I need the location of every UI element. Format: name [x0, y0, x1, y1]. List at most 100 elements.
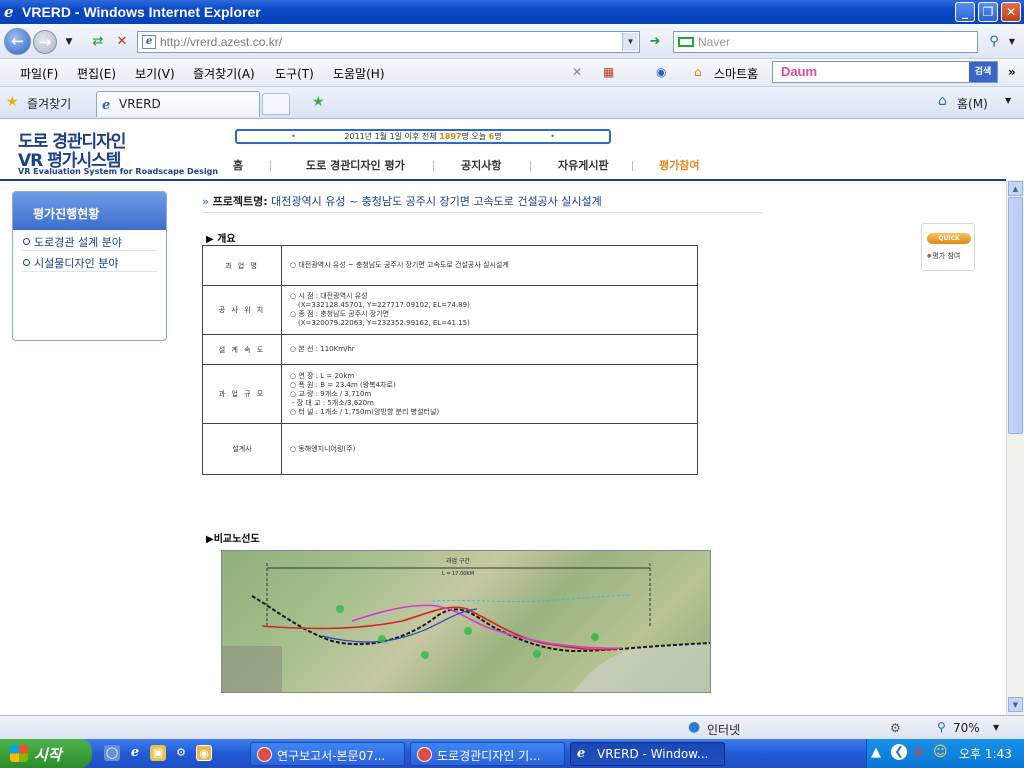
- visitor-mid: 명 오늘: [461, 132, 487, 141]
- search-icon[interactable]: ⚲: [984, 32, 1004, 52]
- table-value: ○ 연 장 : L = 20km ○ 폭 원 : B = 23.4m (왕복4차…: [281, 364, 698, 424]
- smarthome-link[interactable]: 스마트홈: [714, 65, 758, 82]
- table-value-line: ○ 폭 원 : B = 23.4m (왕복4차로): [290, 380, 396, 389]
- clock[interactable]: 오후 1:43: [959, 745, 1012, 762]
- forward-button[interactable]: →: [33, 30, 57, 54]
- taskbar-button-label: VRERD - Window...: [597, 747, 709, 761]
- taskbar-button-vrerd[interactable]: e VRERD - Window...: [570, 742, 725, 766]
- hwp-icon: [417, 747, 432, 762]
- daum-search-input[interactable]: Daum 검색: [772, 61, 998, 83]
- nav-separator: [270, 161, 271, 171]
- back-button[interactable]: ←: [4, 28, 31, 55]
- sidebar-divider: [21, 250, 157, 251]
- tab-vrerd[interactable]: e VRERD: [96, 91, 260, 117]
- sidebar: 평가진행현황 도로경관 설계 분야 시설물디자인 분야: [12, 191, 167, 341]
- quick-button[interactable]: QUICK: [927, 233, 971, 244]
- map-heading: ▶비교노선도: [206, 534, 260, 545]
- home-dropdown-icon[interactable]: ▼: [1005, 96, 1011, 105]
- nav-separator: [632, 161, 633, 171]
- site-logo-subtitle: VR Evaluation System for Roadscape Desig…: [18, 167, 219, 176]
- sidebar-item-facility-design[interactable]: 시설물디자인 분야: [23, 255, 118, 271]
- favorites-button[interactable]: 즐겨찾기: [27, 95, 71, 112]
- url-text: http://vrerd.azest.co.kr/: [160, 35, 283, 49]
- ie-tab-icon: e: [102, 98, 111, 113]
- counter-bullet-right: •: [550, 132, 555, 141]
- quicklaunch-folder-icon[interactable]: ▣: [150, 745, 166, 761]
- project-name: 대전광역시 유성 ~ 충청남도 공주시 장기면 고속도로 건설공사 실시설계: [271, 195, 602, 208]
- window-title-bar[interactable]: e VRERD - Windows Internet Explorer _ ❐ …: [0, 0, 1024, 24]
- table-key: 과 업 규 모: [202, 364, 282, 424]
- table-row: 설 계 속 도 ○ 본 선 : 110Km/hr: [202, 334, 698, 365]
- quicklaunch-tool-icon[interactable]: ⚙: [173, 745, 189, 761]
- close-toolbar-icon[interactable]: ✕: [572, 65, 582, 79]
- taskbar-button-label: 도로경관디자인 기...: [437, 749, 541, 763]
- search-options-icon[interactable]: ▼: [1002, 32, 1022, 52]
- quicklaunch-desktop-icon[interactable]: ◯: [104, 745, 120, 761]
- quicklaunch-ie-icon[interactable]: e: [127, 745, 143, 761]
- url-dropdown-icon[interactable]: ▼: [622, 33, 638, 51]
- header-divider: [0, 179, 1006, 181]
- nav-home[interactable]: 홈: [233, 157, 243, 173]
- nav-notice[interactable]: 공지사항: [461, 157, 501, 173]
- menu-tools[interactable]: 도구(T): [275, 65, 314, 82]
- quick-menu: QUICK 평가 참여: [921, 223, 975, 271]
- vertical-scrollbar[interactable]: ▲ ▼: [1006, 180, 1024, 715]
- taskbar-button-design[interactable]: 도로경관디자인 기...: [410, 742, 565, 766]
- window-title: VRERD - Windows Internet Explorer: [22, 4, 261, 20]
- project-title-line: » 프로젝트명: 대전광역시 유성 ~ 충청남도 공주시 장기면 고속도로 건설…: [202, 193, 762, 213]
- home-page-icon[interactable]: ⌂: [938, 93, 947, 109]
- menu-edit[interactable]: 편집(E): [77, 65, 116, 82]
- menu-favorites[interactable]: 즐겨찾기(A): [193, 65, 255, 82]
- table-value-line: ○ 대전광역시 유성 ~ 충청남도 공주시 장기면 고속도로 건설공사 실시설계: [290, 261, 509, 269]
- network-icon[interactable]: ▲: [871, 745, 881, 760]
- more-toolbar-icon[interactable]: »: [1008, 65, 1016, 79]
- start-button[interactable]: 시작: [0, 739, 92, 768]
- translate-icon[interactable]: ▦: [603, 65, 614, 79]
- quicklaunch-app-icon[interactable]: ◉: [196, 745, 212, 761]
- taskbar-button-report[interactable]: 연구보고서-본문07...: [250, 742, 405, 766]
- minimize-button[interactable]: _: [955, 2, 975, 22]
- tray-expand-icon[interactable]: ❮: [891, 744, 907, 760]
- history-dropdown-icon[interactable]: ▼: [59, 32, 79, 52]
- home-button[interactable]: 홈(M): [957, 95, 988, 112]
- scroll-up-icon[interactable]: ▲: [1008, 181, 1023, 196]
- map-marker: [336, 605, 344, 613]
- refresh-icon[interactable]: ⇄: [88, 32, 108, 52]
- add-favorite-icon[interactable]: ★: [312, 94, 325, 110]
- ie-addon-icon[interactable]: ◉: [656, 65, 666, 79]
- maximize-button[interactable]: ❐: [978, 2, 998, 22]
- messenger-icon[interactable]: ☺: [933, 744, 948, 760]
- address-toolbar: ← → ▼ ⇄ ✕ e http://vrerd.azest.co.kr/ ▼ …: [0, 24, 1024, 59]
- map-marker: [378, 635, 386, 643]
- table-value-line: ○ 교 량 : 9개소 / 3,710m: [290, 389, 372, 398]
- sidebar-item-road-design[interactable]: 도로경관 설계 분야: [23, 234, 122, 250]
- quick-participate-link[interactable]: 평가 참여: [927, 251, 960, 261]
- daum-logo: Daum: [781, 64, 818, 79]
- nav-participate[interactable]: 평가참여: [659, 157, 699, 173]
- zoom-icon: ⚲: [937, 720, 946, 734]
- menu-help[interactable]: 도움말(H): [333, 65, 385, 82]
- go-icon[interactable]: ➜: [645, 32, 665, 52]
- protected-mode-icon[interactable]: ⚙: [890, 721, 901, 735]
- nav-evaluation[interactable]: 도로 경관디자인 평가: [306, 157, 405, 173]
- security-icon[interactable]: ⊘: [913, 745, 924, 760]
- scrollbar-thumb[interactable]: [1008, 197, 1023, 434]
- new-tab-button[interactable]: [262, 93, 290, 115]
- search-input[interactable]: Naver: [673, 31, 978, 53]
- close-button[interactable]: ✕: [1001, 2, 1021, 22]
- url-input[interactable]: e http://vrerd.azest.co.kr/ ▼: [137, 31, 640, 53]
- menu-file[interactable]: 파일(F): [20, 65, 58, 82]
- zoom-level[interactable]: 70%: [953, 721, 980, 735]
- map-marker: [464, 627, 472, 635]
- route-map-drawing: 과업 구간 L = 17.00KM: [222, 557, 710, 692]
- zoom-dropdown-icon[interactable]: ▼: [993, 723, 999, 732]
- scroll-down-icon[interactable]: ▼: [1008, 697, 1023, 712]
- daum-search-button[interactable]: 검색: [969, 62, 997, 82]
- menu-view[interactable]: 보기(V): [135, 65, 175, 82]
- visitor-counter: • 2011년 1월 1일 이후 전체 1897명 오늘 6명 •: [235, 129, 611, 144]
- nav-board[interactable]: 자유게시판: [558, 157, 609, 173]
- status-bar: ● 인터넷 ⚙ ⚲ 70% ▼: [0, 715, 1024, 739]
- start-label: 시작: [34, 747, 62, 764]
- search-placeholder: Naver: [698, 35, 731, 49]
- stop-icon[interactable]: ✕: [112, 32, 132, 52]
